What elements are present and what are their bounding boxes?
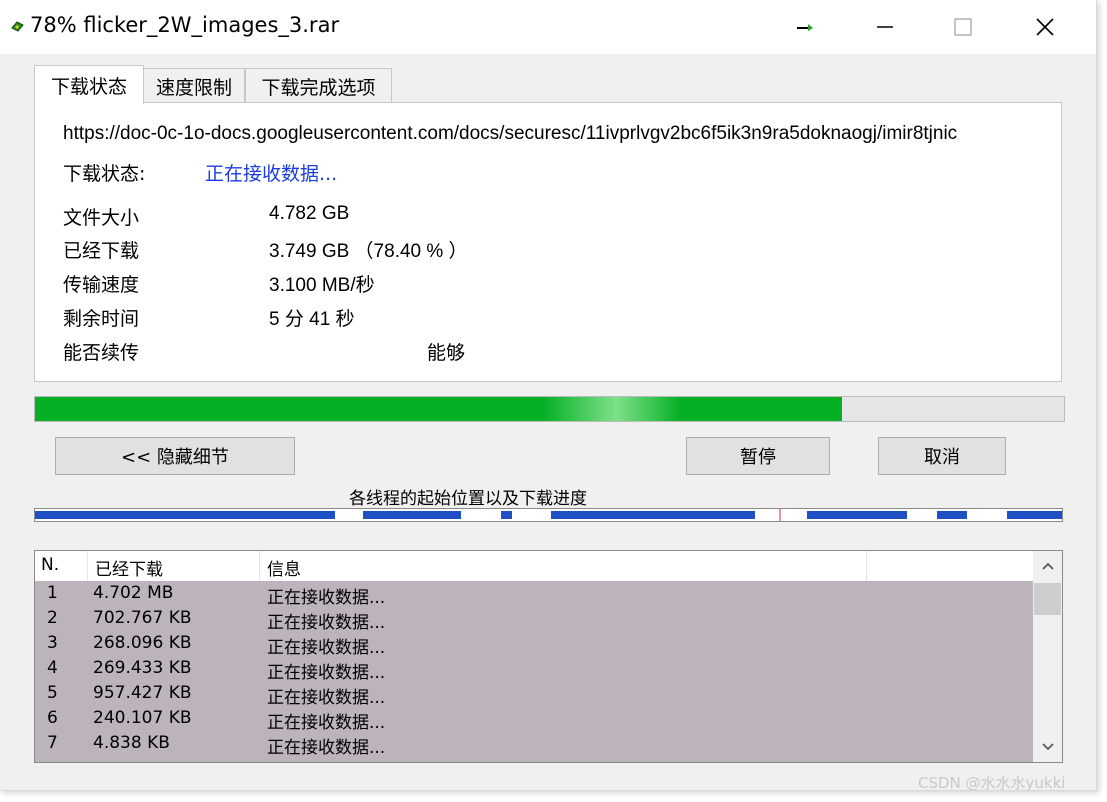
scroll-up-button[interactable] — [1033, 553, 1062, 579]
column-divider — [259, 551, 260, 581]
list-row[interactable]: 5 957.427 KB 正在接收数据... — [35, 681, 1033, 708]
row-info: 正在接收数据... — [267, 588, 386, 608]
col-header-info[interactable]: 信息 — [267, 555, 301, 580]
tab-download-status[interactable]: 下载状态 — [34, 65, 144, 104]
list-body: 1 4.702 MB 正在接收数据... 2 702.767 KB 正在接收数据… — [35, 581, 1033, 762]
window-title: 78% flicker_2W_images_3.rar — [30, 13, 340, 37]
maximize-icon — [954, 18, 972, 36]
row-number: 6 — [47, 708, 58, 728]
progress-fill — [35, 397, 842, 421]
threads-list[interactable]: N. 已经下载 信息 1 4.702 MB 正在接收数据... 2 702.76… — [34, 550, 1063, 763]
file-size-label: 文件大小 — [63, 207, 140, 229]
row-info: 正在接收数据... — [267, 613, 386, 633]
row-info: 正在接收数据... — [267, 638, 386, 658]
row-number: 5 — [47, 683, 58, 703]
list-row[interactable]: 2 702.767 KB 正在接收数据... — [35, 606, 1033, 633]
status-label: 下载状态: — [63, 163, 146, 185]
col-header-downloaded[interactable]: 已经下载 — [95, 555, 163, 580]
close-icon — [1036, 18, 1054, 36]
row-downloaded: 957.427 KB — [93, 683, 192, 703]
hide-details-button[interactable]: << 隐藏细节 — [55, 437, 295, 475]
downloaded-label: 已经下载 — [63, 240, 140, 262]
minimize-icon — [877, 26, 893, 28]
tab-speed-limit[interactable]: 速度限制 — [143, 68, 245, 103]
row-info: 正在接收数据... — [267, 663, 386, 683]
row-number: 1 — [47, 583, 58, 603]
download-window: 78% flicker_2W_images_3.rar 下载状态 速度限制 下载… — [0, 0, 1097, 791]
status-value: 正在接收数据... — [205, 163, 338, 185]
row-number: 4 — [47, 658, 58, 678]
list-row[interactable]: 7 4.838 KB 正在接收数据... — [35, 731, 1033, 758]
watermark-text: CSDN @水水水yukki — [918, 774, 1066, 792]
download-url: https://doc-0c-1o-docs.googleusercontent… — [63, 123, 958, 144]
speed-value: 3.100 MB/秒 — [269, 275, 375, 296]
minimize-button[interactable] — [846, 0, 924, 54]
row-number: 7 — [47, 733, 58, 753]
resume-label: 能否续传 — [63, 342, 140, 364]
row-downloaded: 268.096 KB — [93, 633, 192, 653]
list-scrollbar[interactable] — [1033, 551, 1062, 762]
column-divider — [866, 551, 867, 581]
row-info: 正在接收数据... — [267, 688, 386, 708]
downloaded-value: 3.749 GB （78.40 % ） — [269, 241, 468, 262]
pause-button[interactable]: 暂停 — [686, 437, 830, 475]
list-row[interactable]: 6 240.107 KB 正在接收数据... — [35, 706, 1033, 733]
arrow-right-icon — [797, 24, 813, 31]
threads-progress-bar — [34, 508, 1063, 522]
row-downloaded: 240.107 KB — [93, 708, 192, 728]
scroll-thumb[interactable] — [1034, 583, 1061, 615]
row-downloaded: 269.433 KB — [93, 658, 192, 678]
maximize-button[interactable] — [924, 0, 1002, 54]
row-downloaded: 702.767 KB — [93, 608, 192, 628]
app-icon — [11, 21, 24, 32]
tab-completion-options[interactable]: 下载完成选项 — [245, 68, 392, 103]
row-downloaded: 4.838 KB — [93, 733, 170, 753]
row-info: 正在接收数据... — [267, 738, 386, 758]
title-bar[interactable]: 78% flicker_2W_images_3.rar — [0, 0, 1096, 54]
status-panel: https://doc-0c-1o-docs.googleusercontent… — [34, 102, 1062, 382]
list-row[interactable]: 4 269.433 KB 正在接收数据... — [35, 656, 1033, 683]
column-divider — [87, 551, 88, 581]
cancel-button[interactable]: 取消 — [878, 437, 1006, 475]
row-downloaded: 4.702 MB — [93, 583, 174, 603]
row-number: 2 — [47, 608, 58, 628]
extra-arrow-button[interactable] — [766, 0, 844, 54]
row-info: 正在接收数据... — [267, 713, 386, 733]
chevron-down-icon — [1041, 743, 1054, 751]
close-button[interactable] — [1006, 0, 1084, 54]
chevron-up-icon — [1041, 562, 1054, 570]
file-size-value: 4.782 GB — [269, 203, 350, 224]
time-left-label: 剩余时间 — [63, 308, 140, 330]
list-row[interactable]: 1 4.702 MB 正在接收数据... — [35, 581, 1033, 608]
time-left-value: 5 分 41 秒 — [269, 309, 355, 330]
row-number: 3 — [47, 633, 58, 653]
resume-value: 能够 — [427, 343, 466, 364]
list-header: N. 已经下载 信息 — [35, 551, 1035, 582]
list-row[interactable]: 3 268.096 KB 正在接收数据... — [35, 631, 1033, 658]
threads-caption: 各线程的起始位置以及下载进度 — [349, 489, 587, 509]
scroll-down-button[interactable] — [1033, 734, 1062, 760]
threads-segments — [35, 509, 1062, 521]
col-header-n[interactable]: N. — [41, 555, 59, 575]
speed-label: 传输速度 — [63, 274, 140, 296]
download-progress-bar — [34, 396, 1065, 422]
